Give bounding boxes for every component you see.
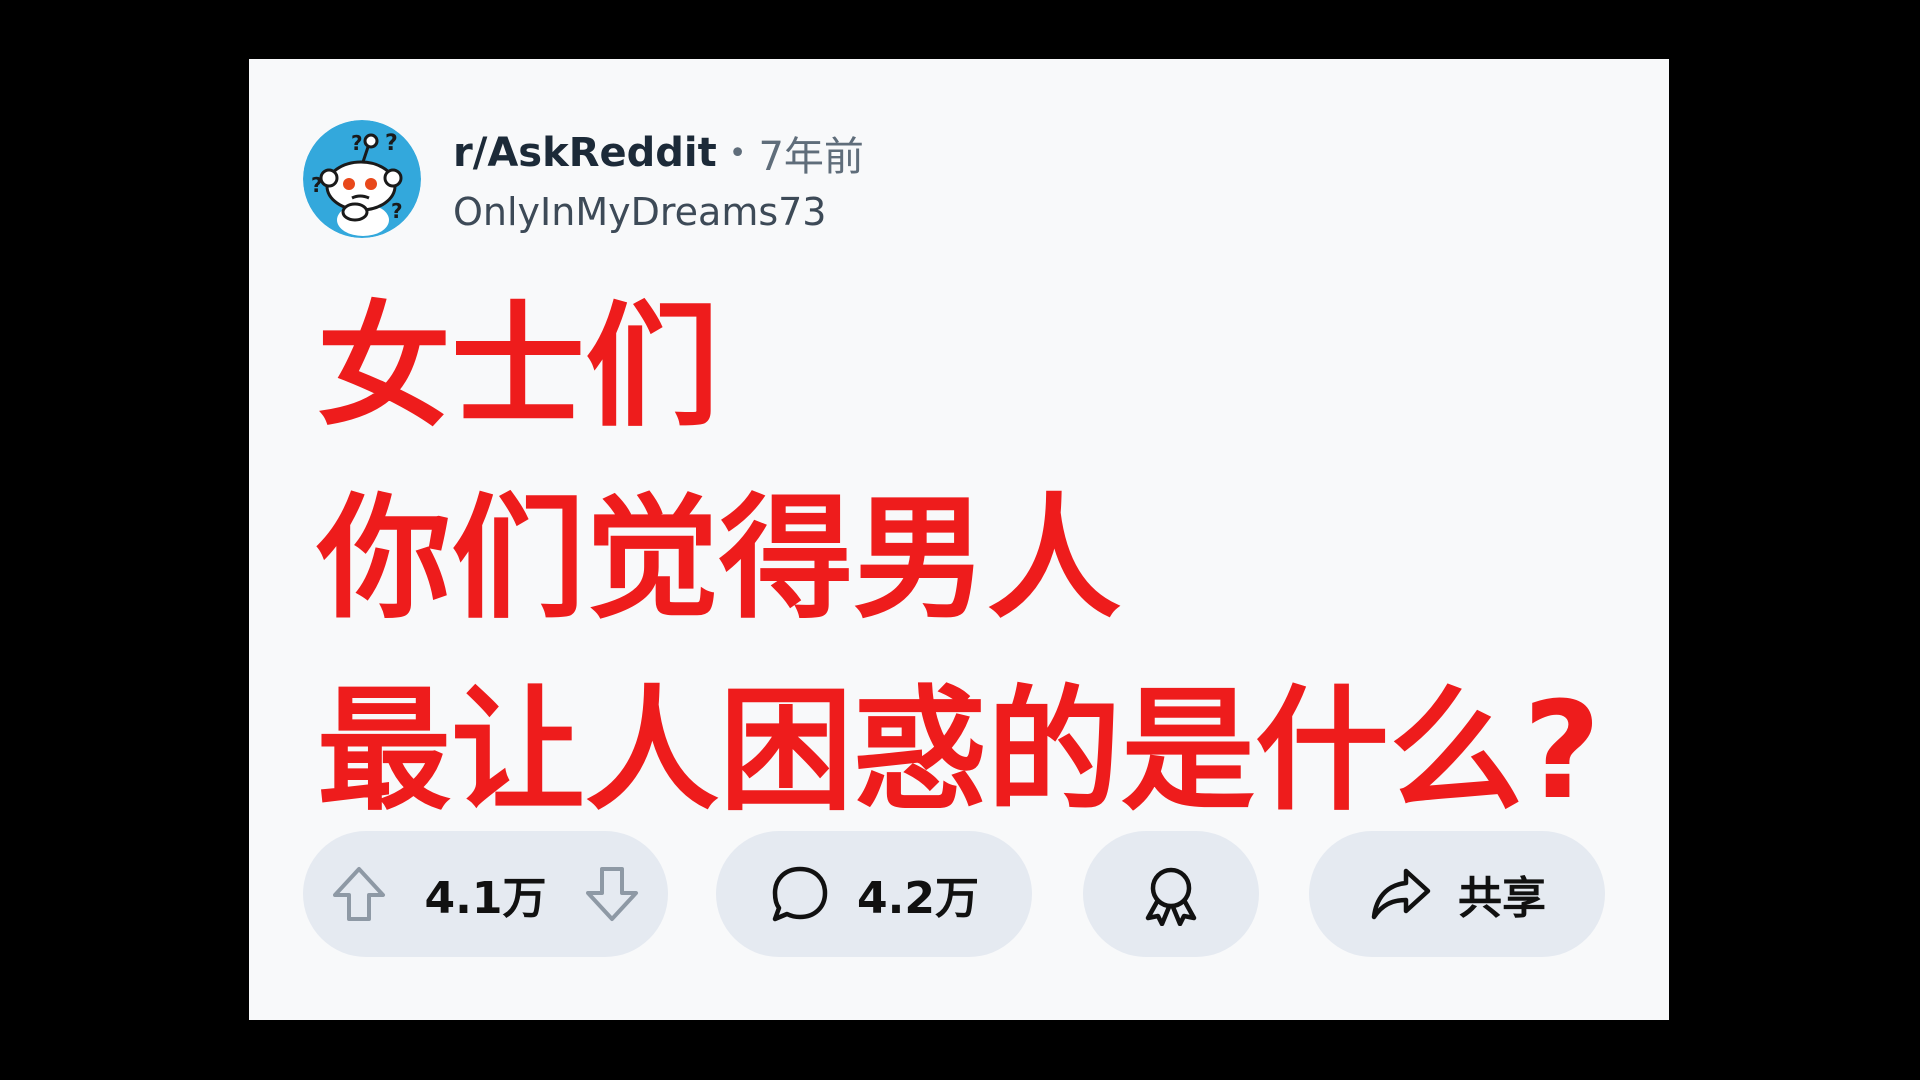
post-title[interactable]: 女士们 你们觉得男人 最让人困惑的是什么? bbox=[317, 271, 1657, 847]
svg-text:?: ? bbox=[391, 199, 403, 223]
svg-text:?: ? bbox=[351, 131, 363, 155]
post-action-bar: 4.1万 4.2万 共享 bbox=[303, 825, 1605, 963]
comments-button[interactable]: 4.2万 bbox=[716, 831, 1032, 957]
vote-control: 4.1万 bbox=[303, 831, 668, 957]
post-meta: r/AskReddit • 7年前 OnlyInMyDreams73 bbox=[453, 124, 864, 234]
post-timestamp: 7年前 bbox=[758, 134, 864, 180]
share-button[interactable]: 共享 bbox=[1309, 831, 1605, 957]
svg-text:?: ? bbox=[385, 131, 398, 156]
post-header: ? ? ? ? r/AskReddit • 7年前 OnlyInMyDreams… bbox=[303, 119, 864, 239]
title-line-1: 女士们 bbox=[317, 289, 720, 445]
subreddit-link[interactable]: r/AskReddit bbox=[453, 130, 717, 176]
svg-text:?: ? bbox=[311, 173, 323, 197]
author-link[interactable]: OnlyInMyDreams73 bbox=[453, 190, 864, 234]
vote-count: 4.1万 bbox=[424, 873, 547, 924]
award-button[interactable] bbox=[1083, 831, 1259, 957]
subreddit-avatar[interactable]: ? ? ? ? bbox=[303, 120, 421, 238]
award-ribbon-icon bbox=[1140, 862, 1202, 926]
share-arrow-icon bbox=[1368, 863, 1434, 925]
post-meta-row: r/AskReddit • 7年前 bbox=[453, 124, 864, 182]
arrow-down-icon[interactable] bbox=[582, 863, 642, 925]
share-label: 共享 bbox=[1458, 873, 1546, 924]
title-line-3: 最让人困惑的是什么? bbox=[317, 673, 1601, 829]
snoo-confused-avatar-icon: ? ? ? ? bbox=[303, 120, 421, 238]
meta-separator: • bbox=[728, 135, 747, 171]
comment-bubble-icon bbox=[769, 863, 831, 925]
comment-count: 4.2万 bbox=[857, 873, 979, 924]
title-line-2: 你们觉得男人 bbox=[317, 481, 1122, 637]
post-card[interactable]: ? ? ? ? r/AskReddit • 7年前 OnlyInMyDreams… bbox=[249, 59, 1669, 1020]
arrow-up-icon[interactable] bbox=[329, 863, 389, 925]
